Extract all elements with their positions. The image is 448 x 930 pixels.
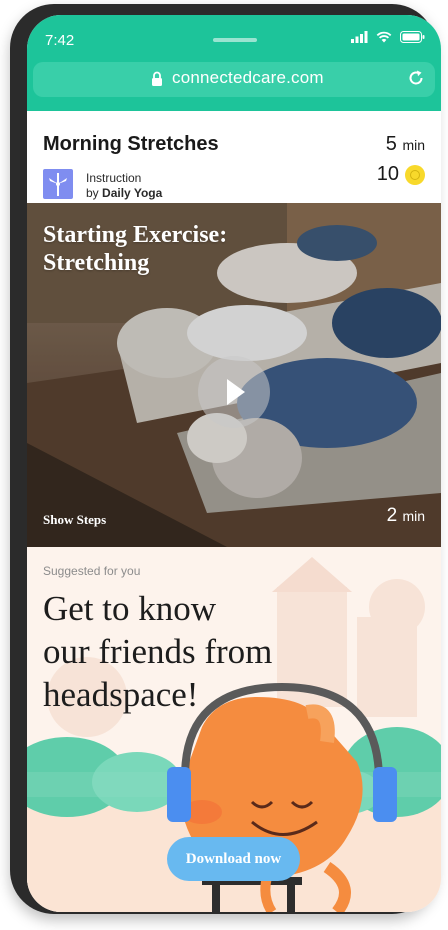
headline-line3: headspace!	[43, 675, 199, 714]
video-player[interactable]: Starting Exercise: Stretching Show Steps…	[27, 203, 441, 547]
top-bar: 7:42 connectedcare.com	[27, 15, 441, 111]
video-title: Starting Exercise: Stretching	[43, 221, 227, 277]
suggested-label: Suggested for you	[43, 564, 141, 578]
activity-header: Morning Stretches 5 min 10 Instruction b…	[27, 111, 441, 203]
lock-icon	[152, 71, 162, 86]
phone-screen: 7:42 connectedcare.com Morning Stretches…	[27, 15, 441, 912]
video-duration: 2 min	[387, 505, 425, 527]
suggestion-card[interactable]: Suggested for you Get to know our friend…	[27, 547, 441, 912]
play-icon[interactable]	[198, 356, 270, 428]
wifi-icon	[376, 31, 392, 43]
home-indicator	[213, 38, 257, 42]
headline-line1: Get to know	[43, 589, 217, 628]
video-duration-unit: min	[402, 508, 425, 524]
battery-icon	[400, 31, 425, 43]
author-name: Daily Yoga	[102, 186, 163, 200]
status-icons	[351, 31, 425, 43]
headline-line2: our friends from	[43, 632, 273, 671]
phone-frame: 7:42 connectedcare.com Morning Stretches…	[10, 4, 441, 914]
daily-yoga-logo-icon	[43, 169, 73, 199]
video-duration-value: 2	[386, 505, 398, 526]
instruction-label: Instruction	[86, 171, 142, 185]
video-title-line2: Stretching	[43, 250, 150, 276]
instruction-info: Instruction by Daily Yoga	[86, 171, 162, 201]
by-prefix: by	[86, 186, 99, 200]
coin-icon	[405, 164, 425, 185]
points-value: 10	[376, 163, 399, 185]
signal-icon	[351, 31, 368, 43]
suggestion-headline: Get to know our friends from headspace!	[43, 587, 343, 716]
duration-value: 5	[385, 133, 397, 155]
reload-icon[interactable]	[407, 69, 425, 87]
show-steps-link[interactable]: Show Steps	[43, 512, 106, 528]
download-now-button[interactable]: Download now	[167, 837, 300, 881]
activity-duration: 5 min	[386, 133, 425, 156]
activity-title: Morning Stretches	[43, 133, 219, 155]
url-bar[interactable]: connectedcare.com	[33, 62, 435, 97]
url-text[interactable]: connectedcare.com	[172, 68, 324, 88]
video-title-line1: Starting Exercise:	[43, 222, 228, 248]
points-row: 10	[377, 163, 425, 186]
duration-unit: min	[402, 137, 425, 153]
status-time: 7:42	[45, 32, 75, 49]
instruction-byline: by Daily Yoga	[86, 186, 162, 201]
